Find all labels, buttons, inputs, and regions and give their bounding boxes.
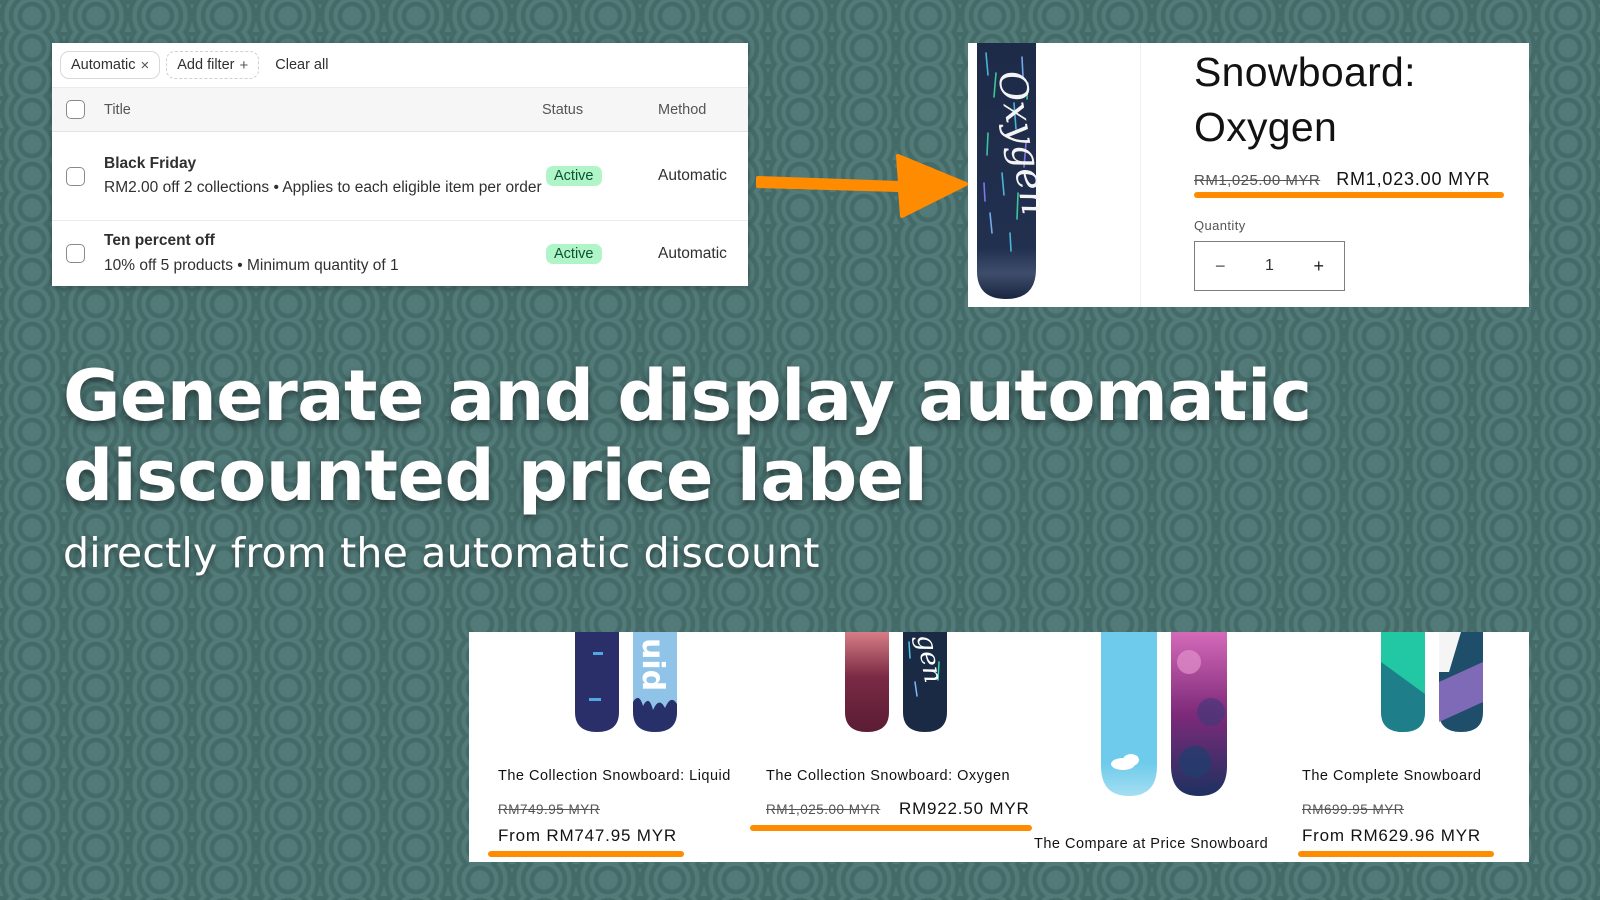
column-header-status[interactable]: Status [542,102,658,118]
subheadline: directly from the automatic discount [63,529,820,577]
headline-line: discounted price label [63,435,928,517]
plus-icon[interactable]: + [1313,256,1324,277]
compare-at-price: RM749.95 MYR [498,802,601,817]
clear-all-button[interactable]: Clear all [265,57,338,73]
discount-title-cell: Black Friday RM2.00 off 2 collections • … [104,152,542,201]
discount-name[interactable]: Ten percent off [104,229,542,254]
discount-title-cell: Ten percent off 10% off 5 products • Min… [104,229,542,278]
product-card-title[interactable]: The Collection Snowboard: Liquid [498,768,731,784]
sale-price: From RM747.95 MYR [498,826,677,845]
highlight-underline [750,825,1032,831]
highlight-underline [488,851,684,857]
discount-name[interactable]: Black Friday [104,152,542,177]
product-title: Snowboard: Oxygen [1194,45,1416,155]
sale-price: RM1,023.00 MYR [1336,169,1491,189]
product-detail-panel: Oxygen Snowboard: Oxygen RM1,025.00 MYR … [968,43,1529,307]
add-filter-button[interactable]: Add filter + [166,51,260,79]
arrow-right-icon [756,154,968,218]
filter-bar: Automatic × Add filter + Clear all [52,43,748,87]
svg-text:uid: uid [635,638,670,691]
product-card-title[interactable]: The Collection Snowboard: Oxygen [766,768,1010,784]
snowboard-image[interactable] [1379,632,1487,734]
headline: Generate and display automatic discounte… [63,356,1312,516]
select-all-checkbox[interactable] [66,100,85,119]
table-row[interactable]: Black Friday RM2.00 off 2 collections • … [52,132,748,221]
column-header-method[interactable]: Method [658,102,706,118]
quantity-value[interactable]: 1 [1265,257,1274,275]
snowboard-image[interactable]: gen [843,632,951,734]
table-header: Title Status Method [52,87,748,132]
product-card[interactable]: uid The Collection Snowboard: Liquid RM7… [469,632,739,862]
sale-price: From RM629.96 MYR [1302,826,1481,845]
product-card-title[interactable]: The Compare at Price Snowboard [1034,836,1268,852]
sale-price: RM922.50 MYR [899,799,1030,818]
product-prices: RM1,025.00 MYR RM1,023.00 MYR [1194,169,1490,190]
product-card[interactable]: The Compare at Price Snowboard [1029,632,1289,862]
product-card[interactable]: The Complete Snowboard RM699.95 MYR From… [1289,632,1529,862]
discount-summary: 10% off 5 products • Minimum quantity of… [104,256,399,274]
filter-chip-label: Automatic [71,57,136,73]
close-icon[interactable]: × [140,57,149,74]
headline-line: Generate and display automatic [63,355,1312,437]
method-cell: Automatic [658,244,727,262]
quantity-stepper[interactable]: − 1 + [1194,241,1345,291]
snowboard-image[interactable]: Oxygen [974,43,1040,303]
quantity-label: Quantity [1194,218,1246,233]
row-checkbox[interactable] [66,244,85,263]
snowboard-image[interactable]: uid [573,632,681,734]
plus-icon: + [239,56,249,74]
discount-summary: RM2.00 off 2 collections • Applies to ea… [104,179,542,196]
row-checkbox[interactable] [66,166,85,186]
compare-at-price: RM1,025.00 MYR [1194,172,1321,189]
product-title-line: Oxygen [1194,104,1338,150]
discounts-table-panel: Automatic × Add filter + Clear all Title… [52,43,748,286]
method-cell: Automatic [658,167,727,184]
collection-grid: uid The Collection Snowboard: Liquid RM7… [469,632,1529,862]
filter-chip-automatic[interactable]: Automatic × [60,51,161,79]
media-divider [1140,43,1141,307]
status-badge: Active [546,166,602,186]
product-card[interactable]: gen The Collection Snowboard: Oxygen RM1… [739,632,1032,862]
highlight-underline [1298,851,1494,857]
status-cell: Active [542,166,658,186]
column-header-title[interactable]: Title [104,102,542,118]
product-card-title[interactable]: The Complete Snowboard [1302,768,1481,784]
status-badge: Active [546,243,602,264]
table-row[interactable]: Ten percent off 10% off 5 products • Min… [52,221,748,286]
minus-icon[interactable]: − [1215,256,1226,277]
highlight-underline [1194,192,1504,198]
snowboard-image[interactable] [1099,632,1229,798]
status-cell: Active [542,243,658,264]
compare-at-price: RM699.95 MYR [1302,802,1405,817]
compare-at-price: RM1,025.00 MYR [766,802,881,817]
product-title-line: Snowboard: [1194,49,1416,95]
add-filter-label: Add filter [177,57,235,73]
